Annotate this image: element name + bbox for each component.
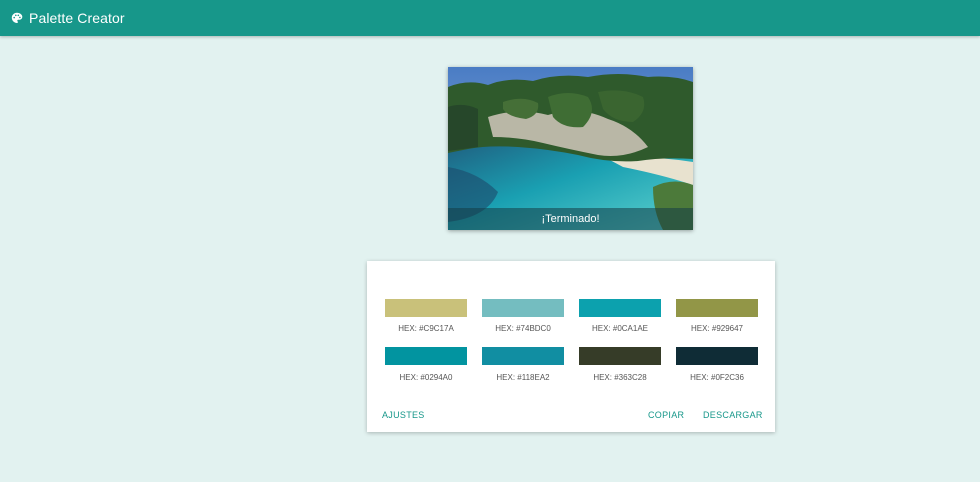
- color-swatch[interactable]: [676, 299, 758, 317]
- image-status-overlay: ¡Terminado!: [448, 208, 693, 230]
- hex-label: HEX: #74BDC0: [495, 324, 551, 333]
- download-button[interactable]: DESCARGAR: [703, 410, 763, 420]
- hex-label: HEX: #363C28: [593, 373, 647, 382]
- app-title: Palette Creator: [29, 10, 125, 26]
- hex-label: HEX: #0CA1AE: [591, 324, 649, 333]
- palette-card: HEX: #C9C17A HEX: #74BDC0 HEX: #0CA1AE H…: [367, 261, 775, 432]
- source-image: [448, 67, 693, 230]
- color-swatch[interactable]: [482, 299, 564, 317]
- settings-button[interactable]: AJUSTES: [382, 410, 425, 420]
- hex-label: HEX: #0294A0: [399, 373, 453, 382]
- source-image-card: ¡Terminado!: [448, 67, 693, 230]
- app-bar: Palette Creator: [0, 0, 980, 36]
- copy-button[interactable]: COPIAR: [648, 410, 684, 420]
- color-swatch[interactable]: [579, 299, 661, 317]
- color-swatch[interactable]: [579, 347, 661, 365]
- hex-label: HEX: #118EA2: [496, 373, 550, 382]
- color-swatch[interactable]: [676, 347, 758, 365]
- hex-label: HEX: #0F2C36: [690, 373, 744, 382]
- hex-label: HEX: #C9C17A: [398, 324, 454, 333]
- hex-label: HEX: #929647: [690, 324, 744, 333]
- color-swatch[interactable]: [385, 347, 467, 365]
- palette-icon: [11, 12, 23, 24]
- color-swatch[interactable]: [482, 347, 564, 365]
- color-swatch[interactable]: [385, 299, 467, 317]
